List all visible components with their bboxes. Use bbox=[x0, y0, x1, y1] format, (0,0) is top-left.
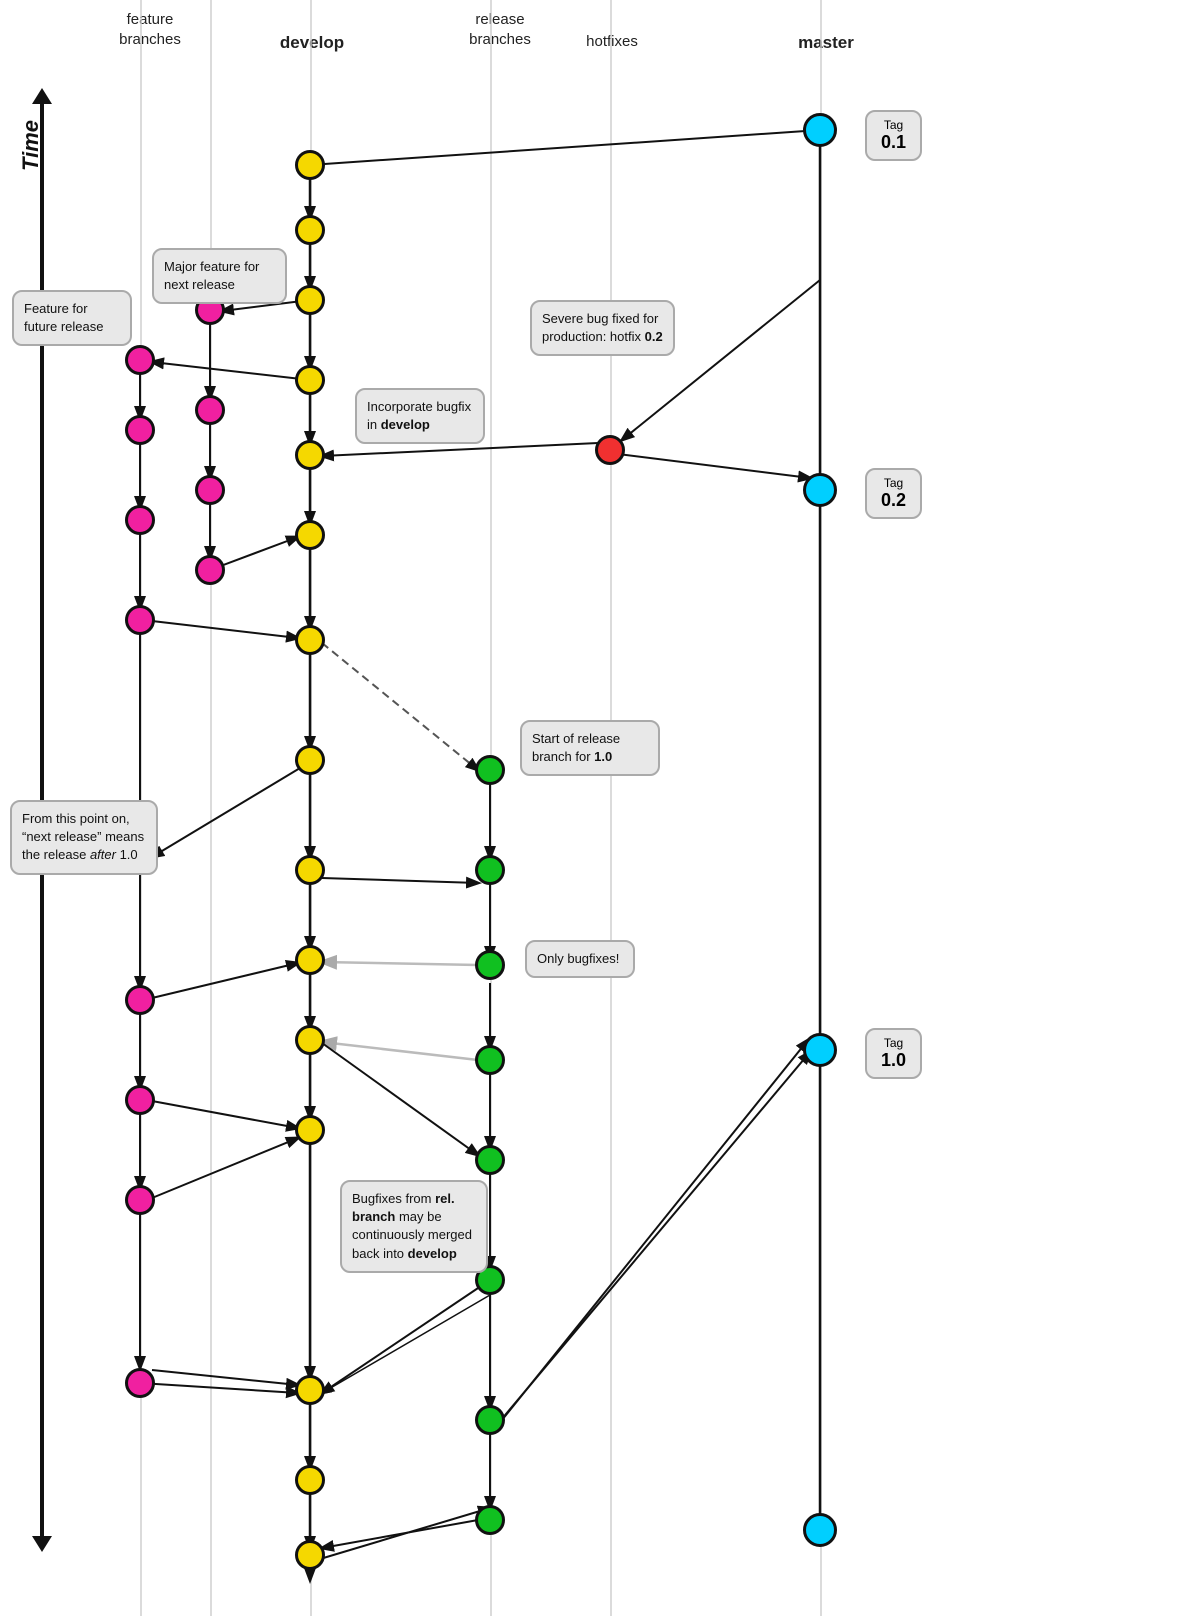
release-node-2 bbox=[475, 855, 505, 885]
callout-only-bugfixes: Only bugfixes! bbox=[525, 940, 635, 978]
feature1-node-3 bbox=[125, 505, 155, 535]
callout-next-release: From this point on, “next release” means… bbox=[10, 800, 158, 875]
feature1-node-8 bbox=[125, 1185, 155, 1215]
tag-01-box: Tag 0.1 bbox=[865, 110, 922, 161]
develop-node-9 bbox=[295, 855, 325, 885]
develop-header: develop bbox=[272, 32, 352, 54]
feature1-node-4 bbox=[125, 605, 155, 635]
develop-node-1 bbox=[295, 150, 325, 180]
develop-node-2 bbox=[295, 215, 325, 245]
develop-node-14 bbox=[295, 1465, 325, 1495]
feature1-node-2 bbox=[125, 415, 155, 445]
feature1-node-1 bbox=[125, 345, 155, 375]
release-node-8 bbox=[475, 1505, 505, 1535]
tag-02-box: Tag 0.2 bbox=[865, 468, 922, 519]
master-lane bbox=[820, 0, 822, 1616]
master-header: master bbox=[786, 32, 866, 54]
release-node-7 bbox=[475, 1405, 505, 1435]
tag-10-box: Tag 1.0 bbox=[865, 1028, 922, 1079]
feature-branches-header: feature branches bbox=[100, 10, 200, 49]
callout-hotfix: Severe bug fixed for production: hotfix … bbox=[530, 300, 675, 356]
develop-node-13 bbox=[295, 1375, 325, 1405]
develop-node-10 bbox=[295, 945, 325, 975]
master-node-top bbox=[803, 113, 837, 147]
callout-feature-future: Feature for future release bbox=[12, 290, 132, 346]
develop-node-11 bbox=[295, 1025, 325, 1055]
release-node-3 bbox=[475, 950, 505, 980]
hotfix-lane bbox=[610, 0, 612, 1616]
release-node-5 bbox=[475, 1145, 505, 1175]
feature1-node-9 bbox=[125, 1368, 155, 1398]
feature2-lane bbox=[210, 0, 212, 1616]
develop-node-7 bbox=[295, 625, 325, 655]
feature1-node-7 bbox=[125, 1085, 155, 1115]
develop-node-5 bbox=[295, 440, 325, 470]
master-node-bottom bbox=[803, 1513, 837, 1547]
hotfix-node-1 bbox=[595, 435, 625, 465]
feature2-node-2 bbox=[195, 395, 225, 425]
develop-node-4 bbox=[295, 365, 325, 395]
develop-node-15 bbox=[295, 1540, 325, 1570]
develop-node-3 bbox=[295, 285, 325, 315]
release-node-4 bbox=[475, 1045, 505, 1075]
develop-node-12 bbox=[295, 1115, 325, 1145]
develop-node-6 bbox=[295, 520, 325, 550]
master-node-tag10 bbox=[803, 1033, 837, 1067]
arrows-svg bbox=[0, 0, 1200, 1616]
develop-node-8 bbox=[295, 745, 325, 775]
master-node-tag02 bbox=[803, 473, 837, 507]
callout-incorporate-bugfix: Incorporate bugfix in develop bbox=[355, 388, 485, 444]
feature2-node-3 bbox=[195, 475, 225, 505]
callout-release-start: Start of release branch for 1.0 bbox=[520, 720, 660, 776]
callout-bugfixes-merged: Bugfixes from rel. branch may be continu… bbox=[340, 1180, 488, 1273]
feature1-node-6 bbox=[125, 985, 155, 1015]
git-flow-diagram: Time feature branches develop release br… bbox=[0, 0, 1200, 1616]
hotfixes-header: hotfixes bbox=[572, 32, 652, 52]
release-lane bbox=[490, 0, 492, 1616]
release-node-1 bbox=[475, 755, 505, 785]
callout-major-feature: Major feature for next release bbox=[152, 248, 287, 304]
feature2-node-4 bbox=[195, 555, 225, 585]
release-branches-header: release branches bbox=[450, 10, 550, 49]
